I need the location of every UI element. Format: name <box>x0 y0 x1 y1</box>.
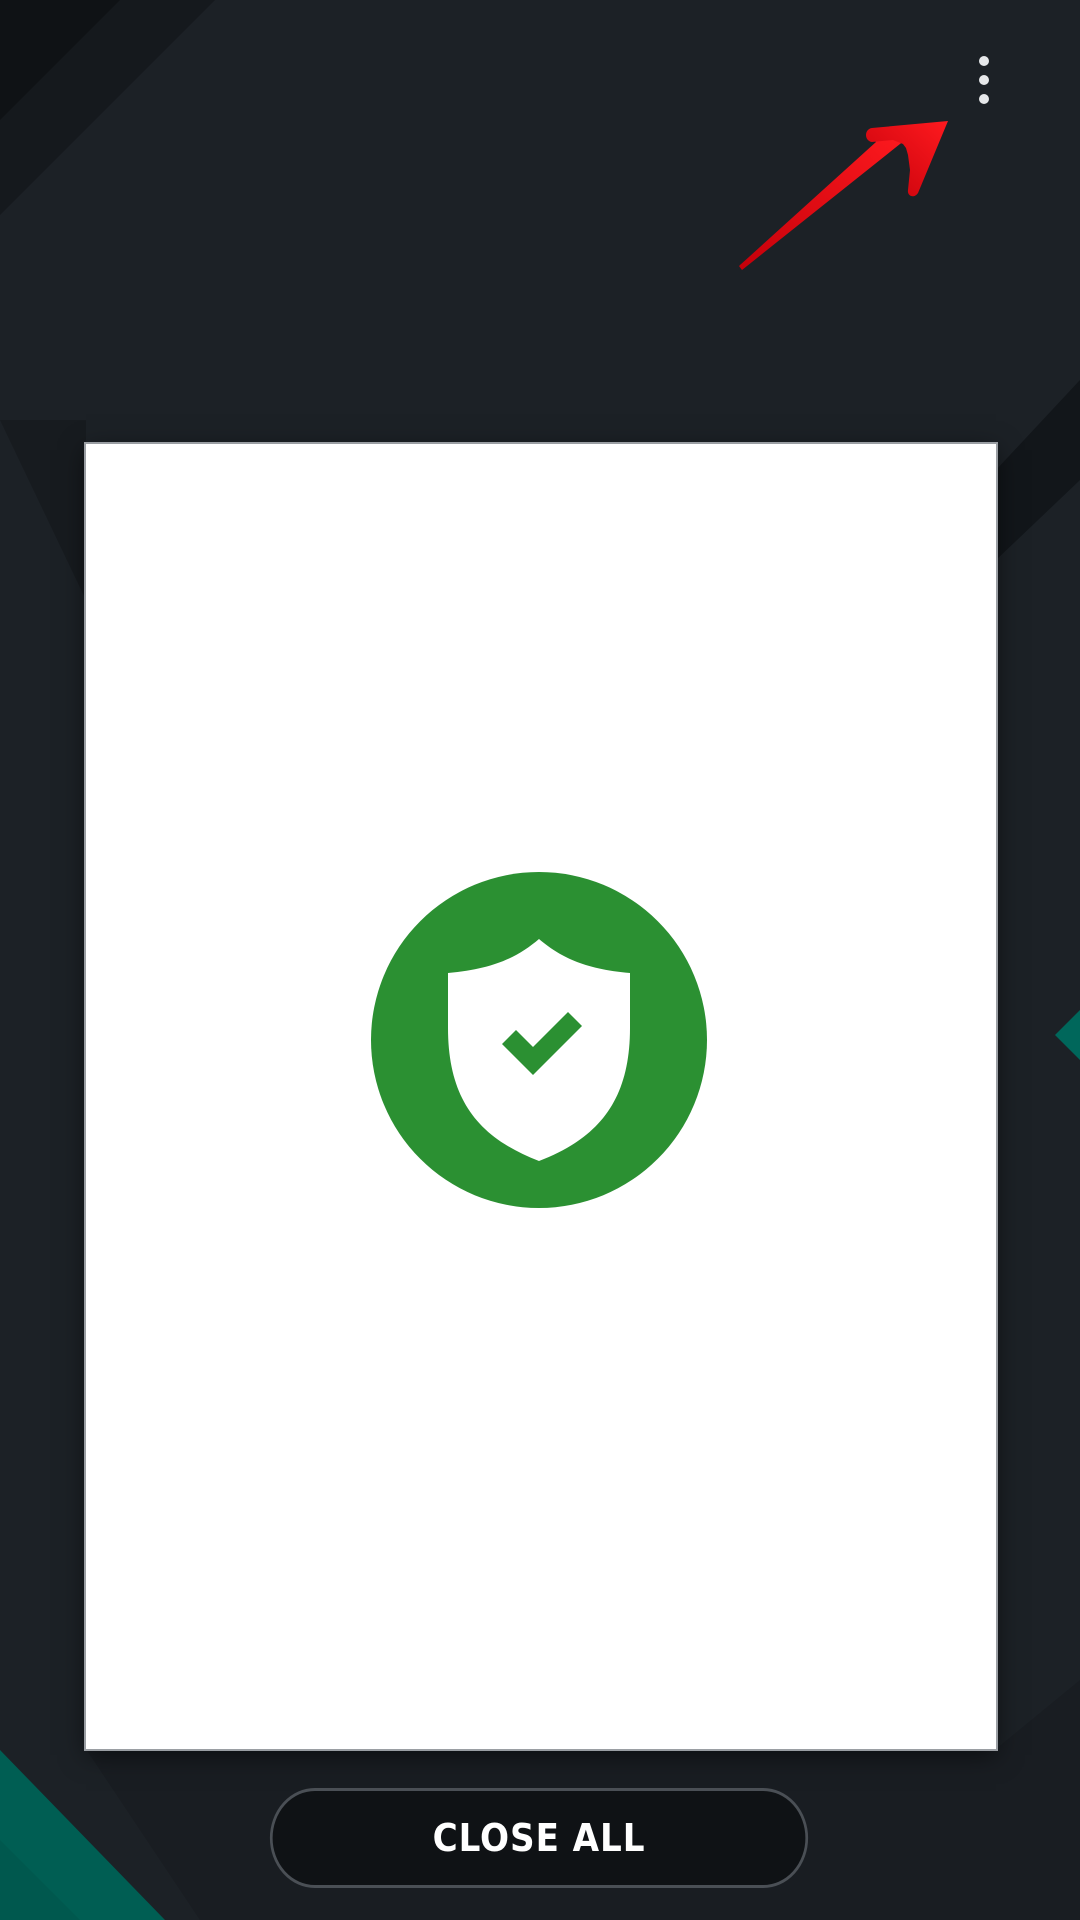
close-all-button[interactable]: CLOSE ALL <box>269 1788 809 1888</box>
overflow-menu-button[interactable] <box>948 44 1020 116</box>
shield-check-icon <box>371 872 707 1208</box>
more-vertical-icon <box>979 56 989 104</box>
app-preview-card[interactable] <box>86 444 996 1749</box>
